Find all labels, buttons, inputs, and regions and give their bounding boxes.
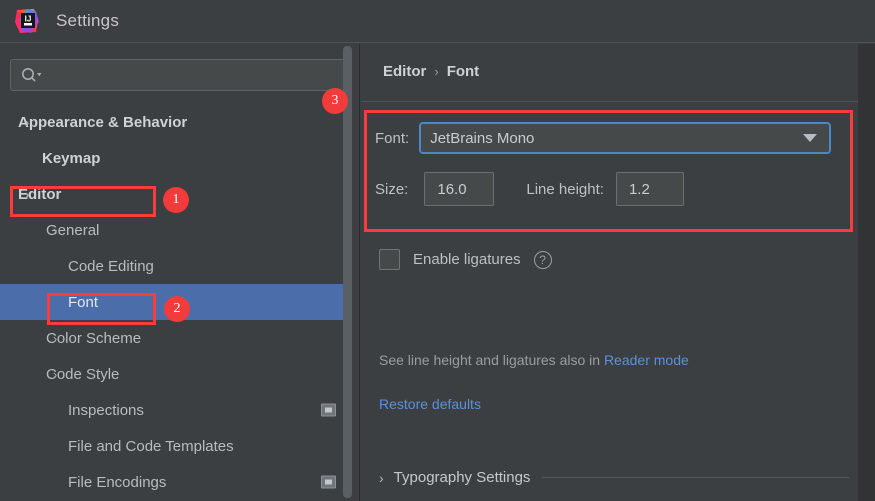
- enable-ligatures-row: Enable ligatures ?: [379, 249, 552, 270]
- chevron-down-icon: ›: [24, 186, 30, 202]
- settings-sidebar: › Appearance & Behavior Keymap › Editor …: [0, 44, 360, 501]
- line-height-value: 1.2: [628, 180, 650, 198]
- question-mark-icon[interactable]: ?: [533, 250, 552, 269]
- font-size-value: 16.0: [437, 180, 467, 198]
- sidebar-item-label: Appearance & Behavior: [18, 113, 188, 131]
- sidebar-item-label: Font: [68, 293, 99, 311]
- sidebar-item-label: Keymap: [42, 149, 101, 167]
- font-label: Font:: [375, 129, 410, 147]
- search-box[interactable]: [10, 59, 350, 91]
- reader-mode-hint: See line height and ligatures also in Re…: [379, 352, 689, 368]
- section-separator: [542, 477, 849, 478]
- font-family-value: JetBrains Mono: [430, 129, 535, 147]
- breadcrumb: Editor › Font: [383, 63, 479, 80]
- size-line-height-row: Size: 16.0 Line height: 1.2: [375, 172, 684, 206]
- breadcrumb-current: Font: [446, 63, 480, 80]
- enable-ligatures-checkbox[interactable]: [379, 249, 400, 270]
- sidebar-item-code-editing[interactable]: Code Editing: [0, 248, 346, 284]
- intellij-idea-logo-icon: IJ: [14, 8, 40, 34]
- annotation-badge-2: 2: [164, 296, 190, 322]
- search-icon: [20, 67, 42, 83]
- line-height-label: Line height:: [526, 180, 604, 198]
- sidebar-item-code-style[interactable]: › Code Style: [0, 356, 346, 392]
- chevron-right-icon: ›: [379, 469, 384, 486]
- project-scope-icon: [321, 403, 336, 417]
- sidebar-item-inspections[interactable]: Inspections: [0, 392, 346, 428]
- project-scope-icon: [321, 475, 336, 489]
- chevron-right-icon: ›: [24, 114, 30, 130]
- sidebar-scrollbar-thumb[interactable]: [343, 46, 352, 498]
- sidebar-item-file-encodings[interactable]: File Encodings: [0, 464, 346, 500]
- font-size-input[interactable]: 16.0: [424, 172, 495, 206]
- chevron-down-icon: [803, 134, 818, 142]
- chevron-right-icon: ›: [52, 330, 58, 346]
- font-selector-row: Font: JetBrains Mono: [375, 122, 832, 154]
- annotation-badge-3: 3: [322, 88, 348, 114]
- chevron-right-icon: ›: [52, 222, 58, 238]
- sidebar-item-appearance-and-behavior[interactable]: › Appearance & Behavior: [0, 104, 346, 140]
- line-height-input[interactable]: 1.2: [615, 172, 684, 206]
- font-family-dropdown[interactable]: JetBrains Mono: [419, 122, 832, 154]
- sidebar-item-general[interactable]: › General: [0, 212, 346, 248]
- window-title: Settings: [56, 11, 120, 30]
- reader-mode-link[interactable]: Reader mode: [604, 352, 689, 368]
- typography-settings-section[interactable]: › Typography Settings: [379, 469, 849, 486]
- title-bar: IJ Settings: [0, 0, 875, 43]
- sidebar-scrollbar-track[interactable]: [343, 44, 356, 501]
- restore-defaults-link[interactable]: Restore defaults: [379, 396, 481, 412]
- sidebar-item-color-scheme[interactable]: › Color Scheme: [0, 320, 346, 356]
- sidebar-item-label: Inspections: [68, 401, 144, 419]
- search-input[interactable]: [42, 67, 349, 83]
- breadcrumb-separator-icon: ›: [434, 64, 439, 79]
- chevron-right-icon: ›: [52, 366, 58, 382]
- search-field-wrapper: [10, 59, 350, 91]
- panel-divider: [361, 101, 858, 102]
- sidebar-item-file-and-code-templates[interactable]: File and Code Templates: [0, 428, 346, 464]
- enable-ligatures-label: Enable ligatures: [413, 251, 521, 268]
- typography-settings-label: Typography Settings: [393, 469, 531, 486]
- font-settings-panel: Editor › Font Font: JetBrains Mono Size:…: [361, 44, 875, 501]
- svg-text:IJ: IJ: [25, 15, 32, 24]
- sidebar-item-keymap[interactable]: Keymap: [0, 140, 346, 176]
- sidebar-item-label: File Encodings: [68, 473, 167, 491]
- sidebar-item-label: Code Editing: [68, 257, 154, 275]
- annotation-badge-1: 1: [163, 187, 189, 213]
- size-label: Size:: [375, 180, 409, 198]
- breadcrumb-parent[interactable]: Editor: [383, 63, 426, 80]
- sidebar-item-label: File and Code Templates: [68, 437, 234, 455]
- settings-dialog: IJ Settings › Appearance & Behavior Keym…: [0, 0, 875, 501]
- panel-scrollbar-track[interactable]: [858, 44, 875, 501]
- reader-mode-hint-text: See line height and ligatures also in: [379, 352, 604, 368]
